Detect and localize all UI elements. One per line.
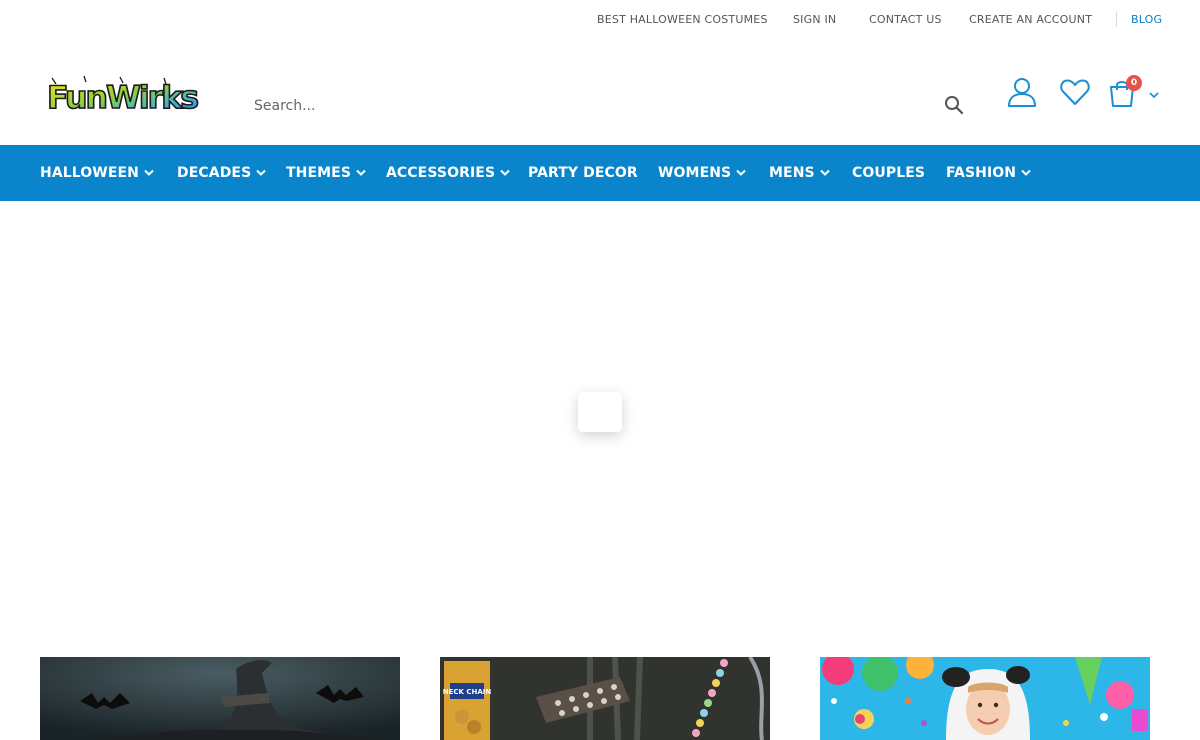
nav-item-halloween[interactable]: HALLOWEEN	[40, 145, 154, 201]
nav-item-label: MENS	[769, 165, 815, 181]
nav-item-label: COUPLES	[852, 165, 926, 181]
nav-item-fashion[interactable]: FASHION	[946, 145, 1031, 201]
create-account-link[interactable]: CREATE AN ACCOUNT	[969, 13, 1092, 26]
sign-in-link[interactable]: SIGN IN	[793, 13, 836, 26]
nav-item-womens[interactable]: WOMENS	[658, 145, 746, 201]
search-input[interactable]	[246, 86, 976, 126]
nav-item-accessories[interactable]: ACCESSORIES	[386, 145, 510, 201]
cart-count-badge: 0	[1126, 75, 1142, 91]
loading-spinner	[578, 392, 622, 432]
heart-icon[interactable]	[1059, 76, 1091, 108]
best-costumes-link[interactable]: BEST HALLOWEEN COSTUMES	[597, 13, 768, 26]
main-nav: HALLOWEEN DECADES THEMES ACCESSORIES PAR…	[0, 145, 1200, 201]
top-links-bar: BEST HALLOWEEN COSTUMES SIGN IN CONTACT …	[0, 0, 1200, 40]
site-logo[interactable]: FunWirks	[44, 66, 202, 122]
nav-item-label: THEMES	[286, 165, 352, 181]
banner-party[interactable]	[820, 657, 1150, 740]
witch-hat-image	[40, 657, 400, 740]
nav-item-themes[interactable]: THEMES	[286, 145, 366, 201]
top-links-divider	[1116, 12, 1117, 27]
nav-item-label: HALLOWEEN	[40, 165, 139, 181]
chevron-down-icon	[144, 169, 154, 176]
svg-text:FunWirks: FunWirks	[47, 80, 198, 116]
chevron-down-icon	[356, 169, 366, 176]
search-icon[interactable]	[942, 93, 966, 117]
contact-us-link[interactable]: CONTACT US	[869, 13, 942, 26]
party-kid-image	[820, 657, 1150, 740]
nav-item-mens[interactable]: MENS	[769, 145, 830, 201]
nav-item-label: PARTY DECOR	[528, 165, 638, 181]
nav-item-label: FASHION	[946, 165, 1017, 181]
blog-link[interactable]: BLOG	[1131, 13, 1162, 26]
chevron-down-icon	[256, 169, 266, 176]
user-icon[interactable]	[1006, 76, 1038, 108]
nav-item-label: ACCESSORIES	[386, 165, 496, 181]
nav-item-label: DECADES	[177, 165, 252, 181]
banner-accessories[interactable]: NECK CHAIN	[440, 657, 770, 740]
chevron-down-icon	[819, 169, 830, 176]
chevron-down-icon	[1021, 169, 1031, 176]
nav-item-label: WOMENS	[658, 165, 732, 181]
neck-chain-accessories-image: NECK CHAIN	[440, 657, 770, 740]
chevron-down-icon	[500, 169, 510, 176]
chevron-down-icon[interactable]	[1148, 86, 1160, 99]
nav-item-couples[interactable]: COUPLES	[852, 145, 925, 201]
banner-product-label: NECK CHAIN	[443, 688, 492, 696]
banner-halloween[interactable]	[40, 657, 400, 740]
nav-item-decades[interactable]: DECADES	[177, 145, 266, 201]
chevron-down-icon	[736, 169, 746, 176]
nav-item-party-decor[interactable]: PARTY DECOR	[528, 145, 638, 201]
